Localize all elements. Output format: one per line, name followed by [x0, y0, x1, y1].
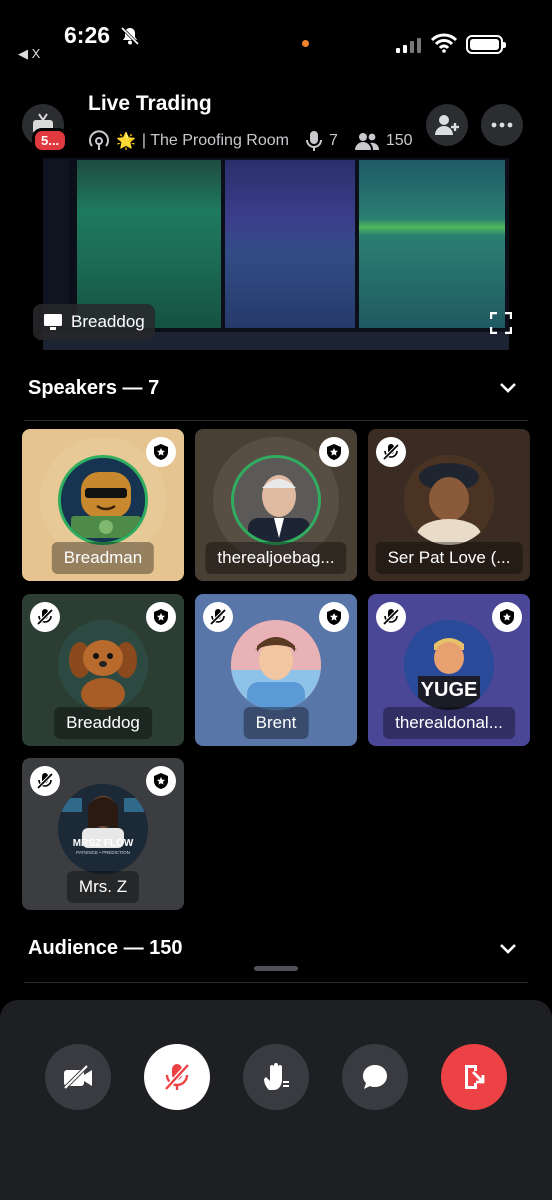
speaker-tile[interactable]: Brent: [195, 594, 357, 746]
muted-indicator: [30, 766, 60, 796]
share-sidebar: [43, 160, 69, 328]
channel-name: | The Proofing Room: [141, 132, 289, 149]
avatar: [58, 620, 148, 710]
drag-handle[interactable]: [254, 966, 298, 971]
speaker-tile[interactable]: Breaddog: [22, 594, 184, 746]
section-divider: [24, 420, 528, 421]
shield-star-icon: [154, 773, 168, 789]
monitor-icon: [44, 314, 62, 330]
avatar: YUGE: [404, 620, 494, 710]
speaker-tile[interactable]: Ser Pat Love (...: [368, 429, 530, 581]
mic-off-icon: [209, 608, 227, 626]
mic-toggle-button[interactable]: [144, 1044, 210, 1110]
avatar: [231, 620, 321, 710]
bell-muted-icon: [120, 26, 140, 46]
camera-off-icon: [63, 1064, 92, 1090]
speaker-name: Brent: [243, 707, 309, 739]
moderator-badge: [492, 602, 522, 632]
baby-portrait-avatar-image: [404, 455, 494, 545]
microphone-icon: [305, 131, 322, 151]
mrsz-flow-tagline: PATIENCE • PREDICTION: [76, 850, 130, 855]
speaker-tile[interactable]: MRSZ FLOW PATIENCE • PREDICTION Mrs. Z: [22, 758, 184, 910]
more-options-button[interactable]: [481, 104, 523, 146]
clock: 6:26: [64, 22, 111, 48]
moderator-badge: [146, 602, 176, 632]
mic-off-icon: [36, 772, 54, 790]
cellular-signal-icon: [396, 38, 421, 53]
shield-star-icon: [154, 609, 168, 625]
moderator-badge: [319, 437, 349, 467]
avatar: [58, 455, 148, 545]
share-panel-middle: [225, 160, 355, 328]
chevron-down-icon[interactable]: [498, 381, 518, 395]
dog-avatar-image: [58, 620, 148, 710]
stage-subtitle: 🌟 | The Proofing Room 7 150: [88, 130, 413, 152]
avatar: [231, 455, 321, 545]
star-emoji: 🌟: [116, 133, 136, 150]
avatar: [404, 455, 494, 545]
stage-title: Live Trading: [88, 92, 212, 115]
moderator-badge: [319, 602, 349, 632]
listeners-icon: [354, 133, 379, 150]
shield-star-icon: [327, 609, 341, 625]
mrsz-flow-caption: MRSZ FLOW: [73, 838, 134, 849]
stage-broadcast-icon: [89, 130, 109, 150]
share-owner-name: Breaddog: [71, 312, 145, 331]
speaker-count: 7: [328, 132, 338, 149]
more-dots-icon: [491, 122, 513, 128]
add-user-icon: [435, 115, 459, 135]
section-divider: [24, 982, 528, 983]
mic-off-icon: [164, 1063, 190, 1091]
camera-toggle-button[interactable]: [45, 1044, 111, 1110]
yuge-meme-avatar-image: YUGE: [404, 620, 494, 710]
shield-star-icon: [154, 444, 168, 460]
mic-off-icon: [36, 608, 54, 626]
share-panel-left: [77, 160, 221, 328]
raise-hand-icon: [264, 1063, 289, 1090]
speakers-heading: Speakers — 7: [28, 377, 160, 399]
privacy-indicator-dot: [302, 40, 309, 47]
muted-indicator: [376, 437, 406, 467]
muted-indicator: [203, 602, 233, 632]
notification-badge: 5...: [32, 128, 69, 153]
mrsz-flow-avatar-image: MRSZ FLOW PATIENCE • PREDICTION: [58, 784, 148, 874]
speaker-tile[interactable]: therealjoebag...: [195, 429, 357, 581]
speaker-tile[interactable]: Breadman: [22, 429, 184, 581]
speaker-tile[interactable]: YUGE therealdonal...: [368, 594, 530, 746]
invite-button[interactable]: [426, 104, 468, 146]
listener-count: 150: [385, 132, 413, 149]
speaker-name: Ser Pat Love (...: [375, 542, 523, 574]
share-owner-label: Breaddog: [33, 304, 155, 340]
back-to-app-link[interactable]: ◀ X: [18, 46, 40, 62]
avatar: MRSZ FLOW PATIENCE • PREDICTION: [58, 784, 148, 874]
leave-door-icon: [465, 1065, 485, 1089]
audience-heading: Audience — 150: [28, 937, 183, 959]
muted-indicator: [30, 602, 60, 632]
muted-indicator: [376, 602, 406, 632]
moderator-badge: [146, 437, 176, 467]
share-panel-right: [359, 160, 505, 328]
mic-off-icon: [382, 443, 400, 461]
speaker-name: Breaddog: [54, 707, 152, 739]
yuge-caption: YUGE: [421, 679, 478, 701]
mic-off-icon: [382, 608, 400, 626]
chat-bubble-icon: [363, 1065, 387, 1089]
speaker-name: therealjoebag...: [205, 542, 347, 574]
speaker-name: Mrs. Z: [66, 871, 140, 903]
speaker-name: Breadman: [51, 542, 155, 574]
cartoon-man-avatar-image: [231, 620, 321, 710]
battery-icon: [466, 35, 506, 54]
raise-hand-button[interactable]: [243, 1044, 309, 1110]
moderator-badge: [146, 766, 176, 796]
shield-star-icon: [500, 609, 514, 625]
shield-star-icon: [327, 444, 341, 460]
chevron-down-icon[interactable]: [498, 942, 518, 956]
chat-button[interactable]: [342, 1044, 408, 1110]
fullscreen-icon[interactable]: [490, 312, 512, 334]
speaker-name: therealdonal...: [383, 707, 515, 739]
status-bar: 6:26 ◀ X: [0, 0, 552, 70]
leave-stage-button[interactable]: [441, 1044, 507, 1110]
wifi-icon: [431, 33, 457, 53]
